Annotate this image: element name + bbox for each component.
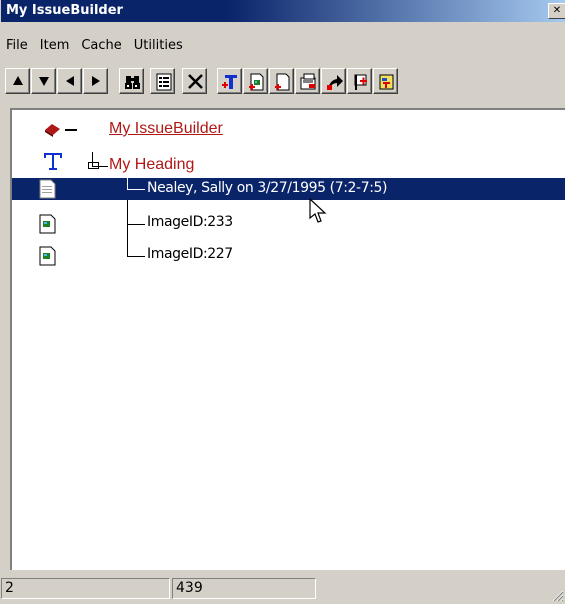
document-icon <box>39 179 56 199</box>
properties-icon <box>156 73 172 91</box>
add-image-button[interactable] <box>243 68 268 94</box>
move-left-button[interactable] <box>57 68 82 94</box>
status-panel-id: 439 <box>172 578 316 599</box>
move-left-icon <box>66 76 74 86</box>
tree-root-label[interactable]: My IssueBuilder <box>109 120 223 138</box>
issue-tree[interactable]: My IssueBuilder My Heading Nealey, Sally… <box>10 108 565 570</box>
export-button[interactable] <box>321 68 346 94</box>
delete-button[interactable] <box>182 68 207 94</box>
resize-grip-icon[interactable] <box>550 588 564 602</box>
collapse-toggle[interactable] <box>65 129 77 131</box>
expand-box[interactable] <box>88 162 99 169</box>
move-up-icon <box>13 76 23 85</box>
menu-cache[interactable]: Cache <box>75 38 127 53</box>
delete-icon <box>188 74 203 89</box>
special-icon <box>379 74 394 90</box>
tree-item-label: Nealey, Sally on 3/27/1995 (7:2-7:5) <box>147 180 388 196</box>
tree-heading-label[interactable]: My Heading <box>109 156 194 174</box>
properties-button[interactable] <box>150 68 175 94</box>
flag-icon <box>354 74 367 90</box>
book-icon <box>45 124 60 137</box>
tree-connector <box>127 178 128 189</box>
status-panel-count: 2 <box>1 578 170 599</box>
move-right-icon <box>92 76 100 86</box>
image-document-icon <box>39 214 56 234</box>
flag-button[interactable] <box>347 68 372 94</box>
menu-file[interactable]: File <box>1 38 34 53</box>
image-document-icon <box>39 246 56 266</box>
tree-connector <box>127 256 145 257</box>
find-button[interactable] <box>119 68 144 94</box>
close-button[interactable]: ✕ <box>548 3 565 19</box>
heading-icon <box>44 153 62 170</box>
tree-connector <box>127 224 145 225</box>
tree-connector <box>127 189 145 190</box>
add-document-button[interactable] <box>269 68 294 94</box>
binoculars-icon <box>125 76 140 89</box>
move-down-button[interactable] <box>31 68 56 94</box>
import-button[interactable] <box>295 68 320 94</box>
menu-bar: File Item Cache Utilities <box>1 38 189 58</box>
special-button[interactable] <box>373 68 398 94</box>
app-window: My IssueBuilder ✕ File Item Cache Utilities <box>0 0 565 604</box>
menu-item[interactable]: Item <box>34 38 76 53</box>
move-up-button[interactable] <box>5 68 30 94</box>
window-title: My IssueBuilder <box>6 3 123 18</box>
tree-item-label[interactable]: ImageID:233 <box>147 214 233 230</box>
add-heading-icon <box>222 75 237 89</box>
import-icon <box>300 73 316 90</box>
move-right-button[interactable] <box>83 68 108 94</box>
add-image-icon <box>249 73 264 91</box>
status-bar: 2 439 <box>1 575 565 604</box>
tree-item[interactable]: Nealey, Sally on 3/27/1995 (7:2-7:5) <box>12 178 565 200</box>
title-bar[interactable]: My IssueBuilder ✕ <box>1 0 565 22</box>
tree-item-label[interactable]: ImageID:227 <box>147 246 233 262</box>
mouse-cursor-icon <box>309 198 327 223</box>
add-heading-button[interactable] <box>217 68 242 94</box>
menu-utilities[interactable]: Utilities <box>128 38 189 53</box>
move-down-icon <box>39 77 49 86</box>
add-document-icon <box>275 73 290 91</box>
export-icon <box>327 75 343 90</box>
